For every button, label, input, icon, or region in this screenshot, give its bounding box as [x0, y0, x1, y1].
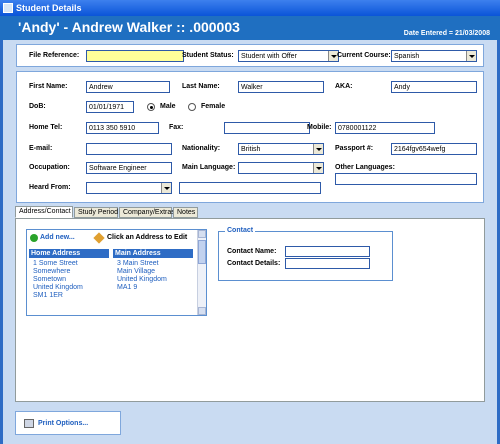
printer-icon[interactable] — [24, 419, 34, 428]
scroll-down-icon[interactable] — [198, 307, 206, 315]
female-label: Female — [201, 103, 226, 110]
click-to-edit-label: Click an Address to Edit — [107, 234, 188, 241]
contact-details-input[interactable] — [285, 258, 370, 269]
main-address-header: Main Address — [113, 249, 193, 258]
aka-label: AKA: — [335, 83, 353, 90]
chevron-down-icon[interactable] — [313, 163, 323, 173]
chevron-down-icon[interactable] — [161, 183, 171, 193]
dob-label: DoB: — [29, 103, 46, 110]
add-icon[interactable] — [30, 234, 38, 242]
nationality-label: Nationality: — [182, 145, 221, 152]
home-tel-label: Home Tel: — [29, 124, 63, 131]
nationality-value: British — [241, 146, 261, 153]
occupation-label: Occupation: — [29, 164, 70, 171]
passport-label: Passport #: — [335, 145, 374, 152]
window-title: Student Details — [16, 3, 82, 13]
print-options-box: Print Options... — [15, 411, 121, 435]
main-address-card[interactable]: 3 Main Street Main Village United Kingdo… — [117, 260, 167, 292]
dob-input[interactable]: 01/01/1971 — [86, 101, 134, 113]
chevron-down-icon[interactable] — [313, 144, 323, 154]
tab-body-address-contact: Add new... Click an Address to Edit Home… — [15, 218, 485, 402]
add-new-link[interactable]: Add new... — [40, 234, 75, 241]
aka-input[interactable]: Andy — [391, 81, 477, 93]
student-status-select[interactable]: Student with Offer — [238, 50, 339, 62]
email-input[interactable] — [86, 143, 172, 155]
window-titlebar[interactable]: Student Details — [0, 0, 500, 16]
main-language-select[interactable] — [238, 162, 324, 174]
heard-from-detail-input[interactable] — [179, 182, 321, 194]
email-label: E-mail: — [29, 145, 53, 152]
occupation-input[interactable]: Software Engineer — [86, 162, 172, 174]
fax-input[interactable] — [224, 122, 310, 134]
chevron-down-icon[interactable] — [466, 51, 476, 61]
tab-address-contact[interactable]: Address/Contact — [15, 206, 73, 218]
tab-notes[interactable]: Notes — [173, 207, 198, 218]
details-panel: First Name: Andrew Last Name: Walker AKA… — [16, 71, 484, 203]
nationality-select[interactable]: British — [238, 143, 324, 155]
address-list: Add new... Click an Address to Edit Home… — [26, 229, 207, 316]
home-address-header: Home Address — [29, 249, 109, 258]
scroll-up-icon[interactable] — [198, 230, 206, 238]
file-reference-input[interactable] — [86, 50, 184, 62]
student-status-value: Student with Offer — [241, 53, 297, 60]
home-tel-input[interactable]: 0113 350 5910 — [86, 122, 159, 134]
student-header: 'Andy' - Andrew Walker :: .000003 Date E… — [0, 16, 500, 40]
mobile-label: Mobile: — [307, 124, 332, 131]
app-icon — [3, 3, 13, 13]
fax-label: Fax: — [169, 124, 184, 131]
male-label: Male — [160, 103, 176, 110]
scroll-thumb[interactable] — [198, 240, 206, 264]
tab-company-extras[interactable]: Company/Extras — [119, 207, 175, 218]
heard-from-select[interactable] — [86, 182, 172, 194]
other-languages-label: Other Languages: — [335, 164, 395, 171]
current-course-label: Current Course: — [337, 52, 391, 59]
first-name-label: First Name: — [29, 83, 68, 90]
heard-from-label: Heard From: — [29, 184, 71, 191]
contact-legend: Contact — [225, 227, 256, 234]
address-scrollbar[interactable] — [197, 230, 206, 315]
last-name-input[interactable]: Walker — [238, 81, 324, 93]
contact-details-label: Contact Details: — [227, 260, 281, 267]
contact-name-input[interactable] — [285, 246, 370, 257]
student-status-label: Student Status: — [182, 52, 234, 59]
tab-study-period[interactable]: Study Period — [74, 207, 118, 218]
student-title: 'Andy' - Andrew Walker :: .000003 — [18, 19, 240, 35]
top-panel: File Reference: Student Status: Student … — [16, 44, 484, 67]
date-entered: Date Entered = 21/03/2008 — [403, 30, 490, 37]
pencil-icon — [93, 232, 105, 244]
contact-name-label: Contact Name: — [227, 248, 277, 255]
file-reference-label: File Reference: — [29, 52, 80, 59]
home-address-card[interactable]: 1 Some Street Somewhere Sometown United … — [33, 260, 83, 300]
female-radio[interactable] — [188, 103, 196, 111]
print-options-link[interactable]: Print Options... — [38, 420, 88, 427]
main-language-label: Main Language: — [182, 164, 236, 171]
current-course-value: Spanish — [394, 53, 420, 60]
current-course-select[interactable]: Spanish — [391, 50, 477, 62]
mobile-input[interactable]: 0780001122 — [335, 122, 435, 134]
contact-group: Contact Contact Name: Contact Details: — [218, 227, 393, 281]
last-name-label: Last Name: — [182, 83, 220, 90]
passport-input[interactable]: 2164fgv654wefg — [391, 143, 477, 155]
first-name-input[interactable]: Andrew — [86, 81, 170, 93]
other-languages-input[interactable] — [335, 173, 477, 185]
male-radio[interactable] — [147, 103, 155, 111]
